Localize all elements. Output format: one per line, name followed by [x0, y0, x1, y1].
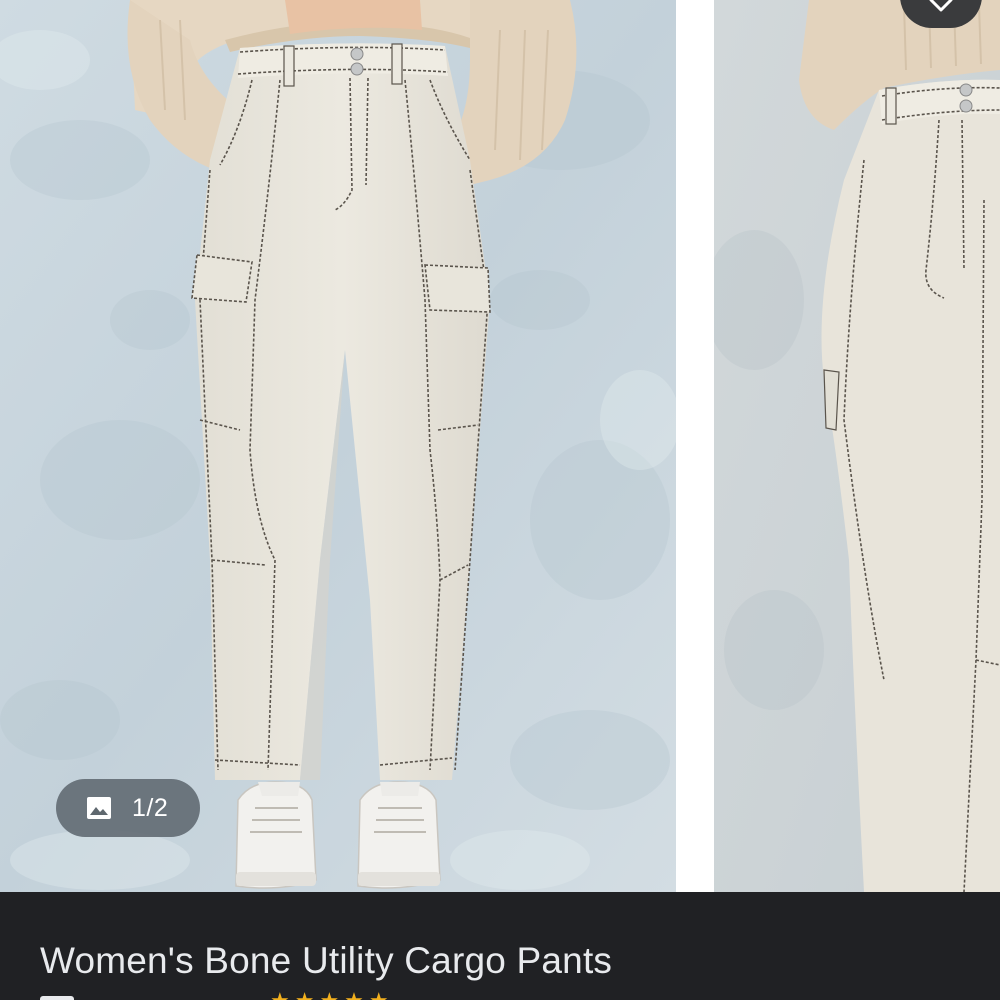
- image-gallery-icon: [84, 793, 114, 823]
- product-photo-2[interactable]: [714, 0, 1000, 892]
- close-icon: [928, 0, 954, 18]
- image-viewer-screen: 1/2 Women's Bone Utility Cargo Pants ★★★…: [0, 0, 1000, 1000]
- image-carousel[interactable]: 1/2: [0, 0, 1000, 892]
- image-counter-badge[interactable]: 1/2: [56, 779, 200, 837]
- product-photo-1-graphic: [0, 0, 676, 892]
- star-rating-icon: ★★★★★: [270, 988, 394, 1000]
- product-photo-2-graphic: [714, 0, 1000, 892]
- product-photo-1[interactable]: [0, 0, 676, 892]
- image-counter-text: 1/2: [132, 793, 169, 822]
- store-icon: [40, 996, 74, 1000]
- product-title[interactable]: Women's Bone Utility Cargo Pants: [40, 940, 612, 982]
